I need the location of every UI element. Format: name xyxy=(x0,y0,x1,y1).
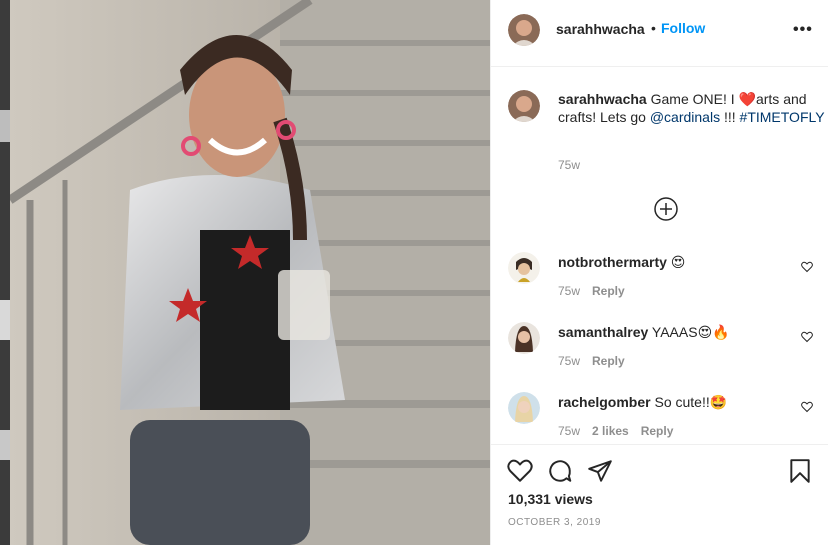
background-strip xyxy=(0,0,10,545)
comment-meta: 75w Reply xyxy=(558,284,637,298)
comment-item: rachelgomber So cute!!🤩 75w 2 likes Reply xyxy=(508,392,818,452)
caption-text: sarahhwacha Game ONE! I ❤️arts and craft… xyxy=(558,90,826,126)
follow-button[interactable]: Follow xyxy=(661,20,705,36)
post-media[interactable] xyxy=(10,0,490,545)
comment-text: notbrothermarty 😍 xyxy=(558,254,685,271)
comment-time[interactable]: 75w xyxy=(558,284,580,298)
comment-item: notbrothermarty 😍 75w Reply xyxy=(508,252,818,312)
comment-meta: 75w 2 likes Reply xyxy=(558,424,685,438)
post-date[interactable]: OCTOBER 3, 2019 xyxy=(508,517,601,528)
caption-body-end: !!! xyxy=(720,109,740,125)
separator-dot: • xyxy=(651,20,656,36)
caption-body-start: Game ONE! I xyxy=(650,91,739,107)
author-username[interactable]: sarahhwacha xyxy=(556,21,645,37)
author-avatar[interactable] xyxy=(508,14,540,46)
hashtag-link[interactable]: #TIMETOFLY xyxy=(740,109,825,125)
comment-text: rachelgomber So cute!!🤩 xyxy=(558,394,727,411)
post-side-panel: sarahhwacha • Follow ••• sarahhwacha Gam… xyxy=(490,0,828,545)
more-options-icon[interactable]: ••• xyxy=(793,21,813,39)
comment-time[interactable]: 75w xyxy=(558,424,580,438)
comment-body: 😍 xyxy=(670,254,686,270)
comment-item: samanthalrey YAAAS😍🔥 75w Reply xyxy=(508,322,818,382)
comment-time[interactable]: 75w xyxy=(558,354,580,368)
comment-username[interactable]: rachelgomber xyxy=(558,394,651,410)
share-icon[interactable] xyxy=(587,458,613,484)
heart-icon[interactable] xyxy=(801,260,813,273)
plus-circle-icon[interactable] xyxy=(654,197,678,221)
comment-body: So cute!!🤩 xyxy=(654,394,728,410)
caption-username[interactable]: sarahhwacha xyxy=(558,91,647,107)
comment-username[interactable]: notbrothermarty xyxy=(558,254,667,270)
comment-username[interactable]: samanthalrey xyxy=(558,324,648,340)
reply-button[interactable]: Reply xyxy=(592,284,625,298)
heart-icon[interactable] xyxy=(801,400,813,413)
comment-likes[interactable]: 2 likes xyxy=(592,424,629,438)
comment-meta: 75w Reply xyxy=(558,354,637,368)
post-photo xyxy=(10,0,490,545)
post-actions: 10,331 views OCTOBER 3, 2019 xyxy=(491,444,828,545)
commenter-avatar[interactable] xyxy=(508,392,540,424)
post-header: sarahhwacha • Follow ••• xyxy=(491,0,828,67)
mention-link[interactable]: @cardinals xyxy=(650,109,720,125)
commenter-avatar[interactable] xyxy=(508,322,540,354)
commenter-avatar[interactable] xyxy=(508,252,540,284)
reply-button[interactable]: Reply xyxy=(592,354,625,368)
heart-emoji: ❤️ xyxy=(738,91,756,107)
comment-body: YAAAS😍🔥 xyxy=(651,324,730,340)
view-count[interactable]: 10,331 views xyxy=(508,491,593,507)
caption-timestamp[interactable]: 75w xyxy=(558,158,580,172)
caption-avatar[interactable] xyxy=(508,90,540,122)
comment-text: samanthalrey YAAAS😍🔥 xyxy=(558,324,730,341)
heart-icon[interactable] xyxy=(801,330,813,343)
reply-button[interactable]: Reply xyxy=(641,424,674,438)
bookmark-icon[interactable] xyxy=(787,458,813,484)
heart-icon[interactable] xyxy=(507,458,533,484)
comment-icon[interactable] xyxy=(547,458,573,484)
